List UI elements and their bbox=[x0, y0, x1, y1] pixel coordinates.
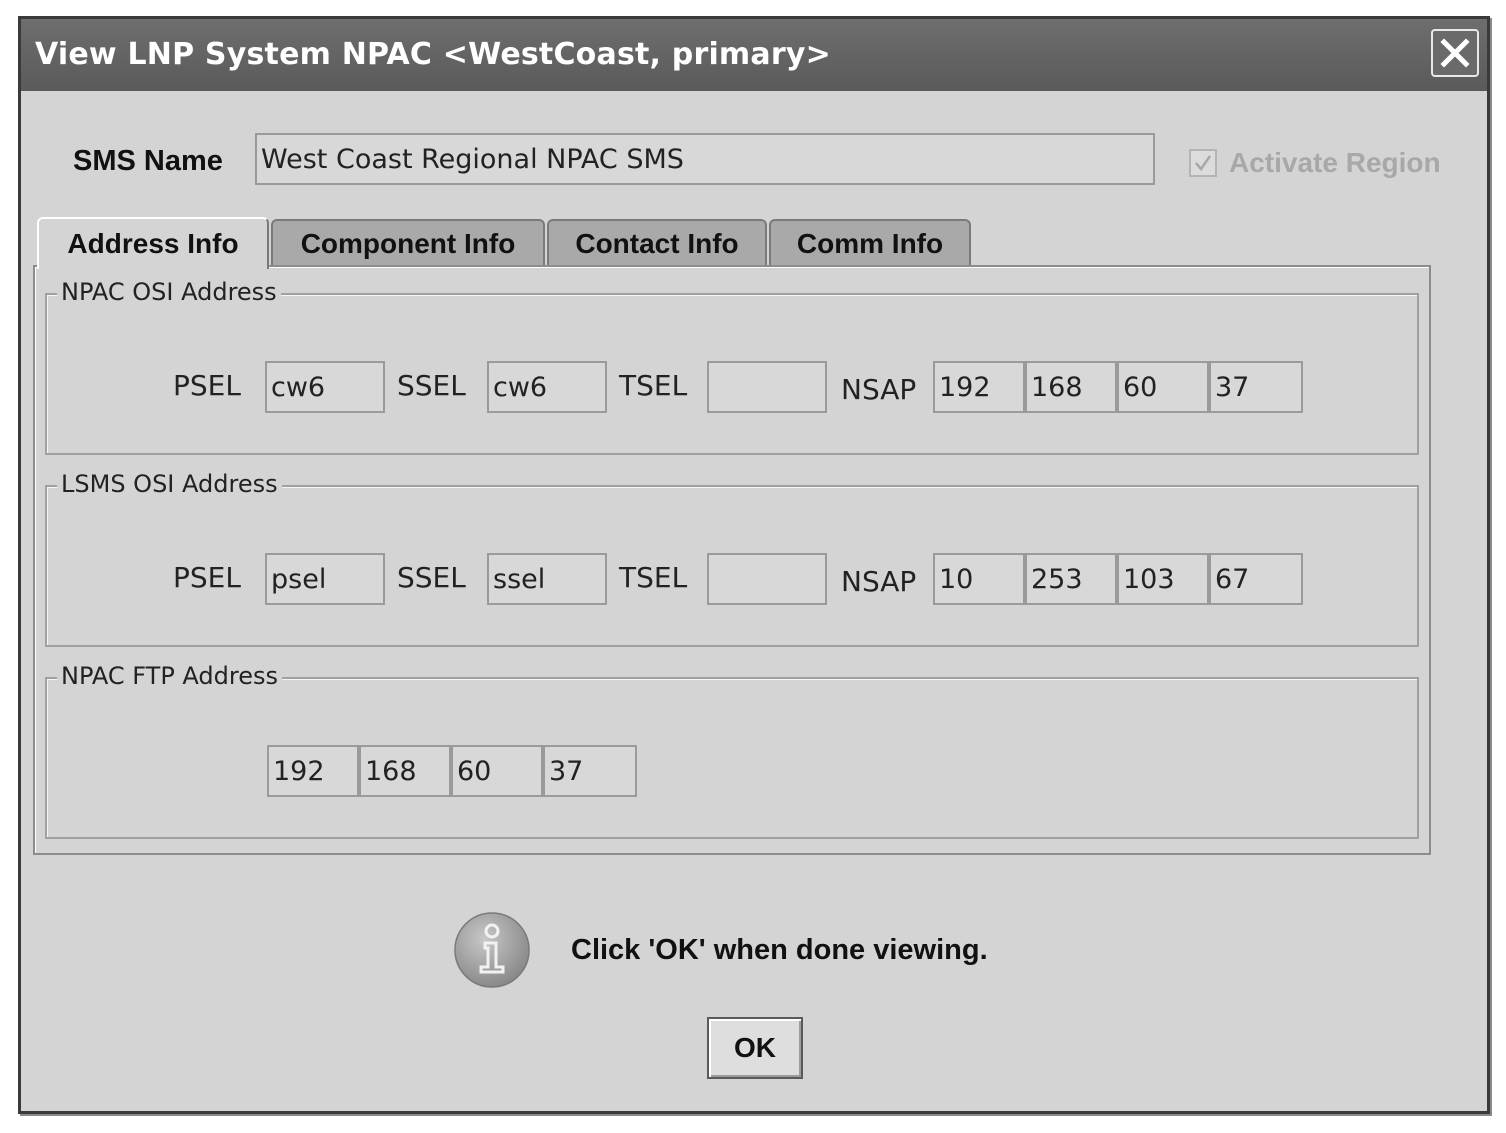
lsms-psel-field[interactable]: psel bbox=[265, 553, 385, 605]
lsms-osi-address-title: LSMS OSI Address bbox=[57, 470, 282, 498]
checkmark-icon bbox=[1195, 155, 1212, 172]
ftp-ip-octet-1[interactable]: 192 bbox=[267, 745, 359, 797]
lsms-nsap-octet-2[interactable]: 253 bbox=[1025, 553, 1117, 605]
npac-nsap-octet-2[interactable]: 168 bbox=[1025, 361, 1117, 413]
npac-osi-address-group: NPAC OSI Address PSEL cw6 SSEL cw6 TSEL … bbox=[45, 278, 1419, 455]
lsms-nsap-octet-4[interactable]: 67 bbox=[1209, 553, 1303, 605]
lsms-nsap-label: NSAP bbox=[841, 565, 917, 598]
activate-region-checkbox[interactable]: Activate Region bbox=[1189, 147, 1441, 179]
lsms-tsel-field[interactable] bbox=[707, 553, 827, 605]
lsms-psel-label: PSEL bbox=[173, 561, 241, 594]
sms-name-field[interactable]: West Coast Regional NPAC SMS bbox=[255, 133, 1155, 185]
lsms-ssel-label: SSEL bbox=[397, 561, 466, 594]
close-button[interactable] bbox=[1431, 29, 1479, 77]
npac-osi-address-title: NPAC OSI Address bbox=[57, 278, 281, 306]
activate-region-label: Activate Region bbox=[1229, 147, 1441, 178]
address-info-panel: NPAC OSI Address PSEL cw6 SSEL cw6 TSEL … bbox=[33, 265, 1431, 855]
ftp-ip-octet-3[interactable]: 60 bbox=[451, 745, 543, 797]
lsms-osi-address-group: LSMS OSI Address PSEL psel SSEL ssel TSE… bbox=[45, 470, 1419, 647]
title-bar: View LNP System NPAC <WestCoast, primary… bbox=[21, 19, 1487, 91]
lsms-tsel-label: TSEL bbox=[619, 561, 688, 594]
tab-contact-info[interactable]: Contact Info bbox=[547, 219, 767, 267]
ftp-ip-octet-4[interactable]: 37 bbox=[543, 745, 637, 797]
ftp-ip-octet-2[interactable]: 168 bbox=[359, 745, 451, 797]
tab-comm-info[interactable]: Comm Info bbox=[769, 219, 971, 267]
npac-ssel-field[interactable]: cw6 bbox=[487, 361, 607, 413]
npac-ftp-address-title: NPAC FTP Address bbox=[57, 662, 282, 690]
info-message: Click 'OK' when done viewing. bbox=[571, 934, 988, 966]
npac-ftp-address-group: NPAC FTP Address 192 168 60 37 bbox=[45, 662, 1419, 839]
npac-nsap-label: NSAP bbox=[841, 373, 917, 406]
sms-name-label: SMS Name bbox=[73, 145, 223, 177]
lsms-ssel-field[interactable]: ssel bbox=[487, 553, 607, 605]
lsms-nsap-octet-3[interactable]: 103 bbox=[1117, 553, 1209, 605]
npac-nsap-octet-3[interactable]: 60 bbox=[1117, 361, 1209, 413]
npac-tsel-field[interactable] bbox=[707, 361, 827, 413]
dialog-window: View LNP System NPAC <WestCoast, primary… bbox=[18, 16, 1490, 1114]
npac-psel-label: PSEL bbox=[173, 369, 241, 402]
window-title: View LNP System NPAC <WestCoast, primary… bbox=[35, 37, 831, 72]
npac-tsel-label: TSEL bbox=[619, 369, 688, 402]
checkbox-box bbox=[1189, 149, 1217, 177]
tab-component-info[interactable]: Component Info bbox=[271, 219, 545, 267]
info-icon bbox=[454, 912, 530, 988]
npac-ssel-label: SSEL bbox=[397, 369, 466, 402]
npac-nsap-octet-1[interactable]: 192 bbox=[933, 361, 1025, 413]
npac-nsap-octet-4[interactable]: 37 bbox=[1209, 361, 1303, 413]
npac-psel-field[interactable]: cw6 bbox=[265, 361, 385, 413]
ok-button[interactable]: OK bbox=[707, 1017, 803, 1079]
close-icon bbox=[1440, 38, 1470, 68]
lsms-nsap-octet-1[interactable]: 10 bbox=[933, 553, 1025, 605]
tab-address-info[interactable]: Address Info bbox=[37, 217, 269, 269]
